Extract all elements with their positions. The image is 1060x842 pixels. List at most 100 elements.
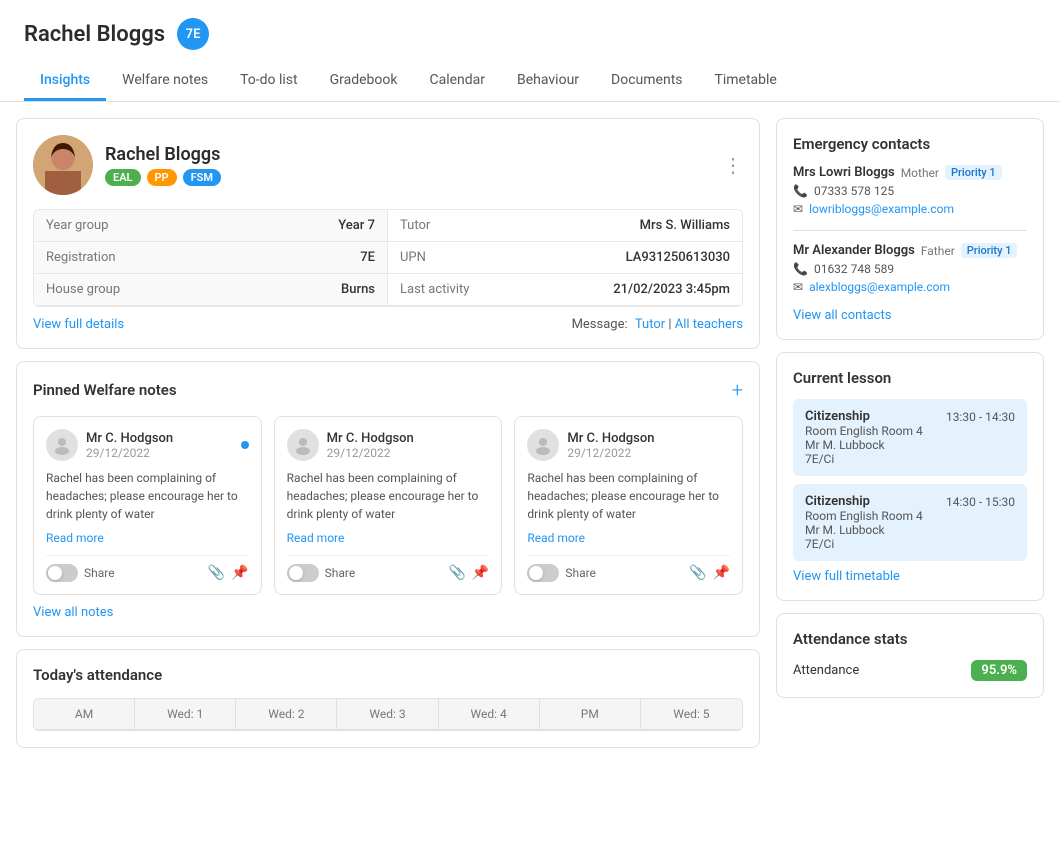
registration-label: Registration	[46, 250, 116, 265]
attachment-icon-1: 📎	[448, 565, 465, 581]
note-date-1: 29/12/2022	[327, 446, 490, 460]
attendance-grid: AM Wed: 1 Wed: 2 Wed: 3 Wed: 4 PM Wed: 5	[33, 698, 743, 731]
tab-documents[interactable]: Documents	[595, 62, 698, 101]
pin-icon-1[interactable]: 📌	[472, 565, 489, 581]
tab-insights[interactable]: Insights	[24, 62, 106, 101]
last-activity-label: Last activity	[400, 282, 469, 297]
message-tutor-link[interactable]: Tutor	[635, 317, 665, 332]
lesson-class-0: 7E/Ci	[805, 452, 1015, 466]
note-date-2: 29/12/2022	[567, 446, 730, 460]
tab-timetable[interactable]: Timetable	[699, 62, 793, 101]
view-all-contacts-link[interactable]: View all contacts	[793, 308, 1027, 323]
att-col-4: Wed: 4	[439, 699, 540, 730]
tab-behaviour[interactable]: Behaviour	[501, 62, 595, 101]
note-body-1: Rachel has been complaining of headaches…	[287, 469, 490, 523]
tutor-value: Mrs S. Williams	[640, 218, 730, 233]
message-all-teachers-link[interactable]: All teachers	[675, 317, 743, 332]
phone-icon-1: 📞	[793, 262, 808, 276]
note-author-name-1: Mr C. Hodgson	[327, 431, 490, 446]
share-toggle-2[interactable]	[527, 564, 559, 582]
registration-value: 7E	[360, 250, 375, 265]
tab-calendar[interactable]: Calendar	[413, 62, 501, 101]
contact-item-0: Mrs Lowri Bloggs Mother Priority 1 📞 073…	[793, 165, 1027, 216]
share-label-0: Share	[84, 566, 115, 580]
message-label: Message:	[572, 317, 628, 332]
lesson-room-0: Room English Room 4	[805, 424, 1015, 438]
house-group-label: House group	[46, 282, 120, 297]
share-label-2: Share	[565, 566, 596, 580]
share-toggle-0[interactable]	[46, 564, 78, 582]
contact-phone-0: 07333 578 125	[814, 184, 894, 198]
notes-grid: Mr C. Hodgson 29/12/2022 Rachel has been…	[33, 416, 743, 595]
emergency-contacts-card: Emergency contacts Mrs Lowri Bloggs Moth…	[776, 118, 1044, 340]
current-lesson-title: Current lesson	[793, 369, 1027, 387]
lesson-card-0: Citizenship 13:30 - 14:30 Room English R…	[793, 399, 1027, 476]
lesson-teacher-1: Mr M. Lubbock	[805, 523, 1015, 537]
lesson-class-1: 7E/Ci	[805, 537, 1015, 551]
emergency-contacts-title: Emergency contacts	[793, 135, 1027, 153]
upn-value: LA931250613030	[626, 250, 730, 265]
read-more-link-0[interactable]: Read more	[46, 531, 249, 545]
note-card-1: Mr C. Hodgson 29/12/2022 Rachel has been…	[274, 416, 503, 595]
badge-fsm: FSM	[183, 169, 221, 186]
note-author-avatar-2	[527, 429, 559, 461]
tutor-label: Tutor	[400, 218, 430, 233]
note-author-avatar-0	[46, 429, 78, 461]
contact-role-1: Father	[921, 244, 955, 258]
contact-phone-1: 01632 748 589	[814, 262, 894, 276]
view-all-notes-link[interactable]: View all notes	[33, 605, 113, 620]
badge-pp: PP	[147, 169, 177, 186]
contact-email-1[interactable]: alexbloggs@example.com	[809, 280, 950, 294]
attachment-icon-2: 📎	[689, 565, 706, 581]
contact-role-0: Mother	[901, 166, 939, 180]
read-more-link-1[interactable]: Read more	[287, 531, 490, 545]
attendance-card: Today's attendance AM Wed: 1 Wed: 2 Wed:…	[16, 649, 760, 748]
note-author-name-0: Mr C. Hodgson	[86, 431, 233, 446]
contact-priority-1: Priority 1	[961, 243, 1018, 258]
attendance-title: Today's attendance	[33, 666, 743, 684]
contacts-divider	[793, 230, 1027, 231]
note-body-2: Rachel has been complaining of headaches…	[527, 469, 730, 523]
year-badge: 7E	[177, 18, 209, 50]
info-footer: View full details Message: Tutor | All t…	[33, 317, 743, 332]
lesson-subject-0: Citizenship	[805, 409, 870, 424]
contact-priority-0: Priority 1	[945, 165, 1002, 180]
avatar	[33, 135, 93, 195]
view-full-details-link[interactable]: View full details	[33, 317, 124, 332]
attendance-stats-value: 95.9%	[971, 660, 1027, 681]
welfare-notes-title: Pinned Welfare notes	[33, 381, 177, 399]
note-date-0: 29/12/2022	[86, 446, 233, 460]
share-toggle-1[interactable]	[287, 564, 319, 582]
att-col-3: Wed: 3	[337, 699, 438, 730]
lesson-time-0: 13:30 - 14:30	[946, 410, 1015, 424]
house-group-value: Burns	[341, 282, 375, 297]
email-icon-0: ✉	[793, 202, 803, 216]
note-body-0: Rachel has been complaining of headaches…	[46, 469, 249, 523]
more-options-button[interactable]: ⋮	[723, 153, 743, 177]
tab-todo[interactable]: To-do list	[224, 62, 314, 101]
badge-eal: EAL	[105, 169, 141, 186]
att-col-am: AM	[34, 699, 135, 730]
view-full-timetable-link[interactable]: View full timetable	[793, 569, 1027, 584]
current-lesson-card: Current lesson Citizenship 13:30 - 14:30…	[776, 352, 1044, 601]
att-col-pm: PM	[540, 699, 641, 730]
lesson-room-1: Room English Room 4	[805, 509, 1015, 523]
pin-icon-0[interactable]: 📌	[231, 565, 248, 581]
contact-email-0[interactable]: lowribloggs@example.com	[809, 202, 954, 216]
welfare-notes-card: Pinned Welfare notes + Mr C. Hodgson 29/…	[16, 361, 760, 637]
student-name: Rachel Bloggs	[24, 22, 165, 47]
tab-welfare-notes[interactable]: Welfare notes	[106, 62, 224, 101]
upn-label: UPN	[400, 250, 426, 265]
read-more-link-2[interactable]: Read more	[527, 531, 730, 545]
year-group-value: Year 7	[338, 218, 375, 233]
nav-tabs: Insights Welfare notes To-do list Gradeb…	[24, 62, 1036, 101]
lesson-card-1: Citizenship 14:30 - 15:30 Room English R…	[793, 484, 1027, 561]
attendance-stats-label: Attendance	[793, 663, 859, 678]
add-welfare-note-button[interactable]: +	[732, 378, 743, 402]
email-icon-1: ✉	[793, 280, 803, 294]
pin-icon-2[interactable]: 📌	[713, 565, 730, 581]
attendance-stats-card: Attendance stats Attendance 95.9%	[776, 613, 1044, 698]
note-author-name-2: Mr C. Hodgson	[567, 431, 730, 446]
tab-gradebook[interactable]: Gradebook	[314, 62, 414, 101]
share-label-1: Share	[325, 566, 356, 580]
